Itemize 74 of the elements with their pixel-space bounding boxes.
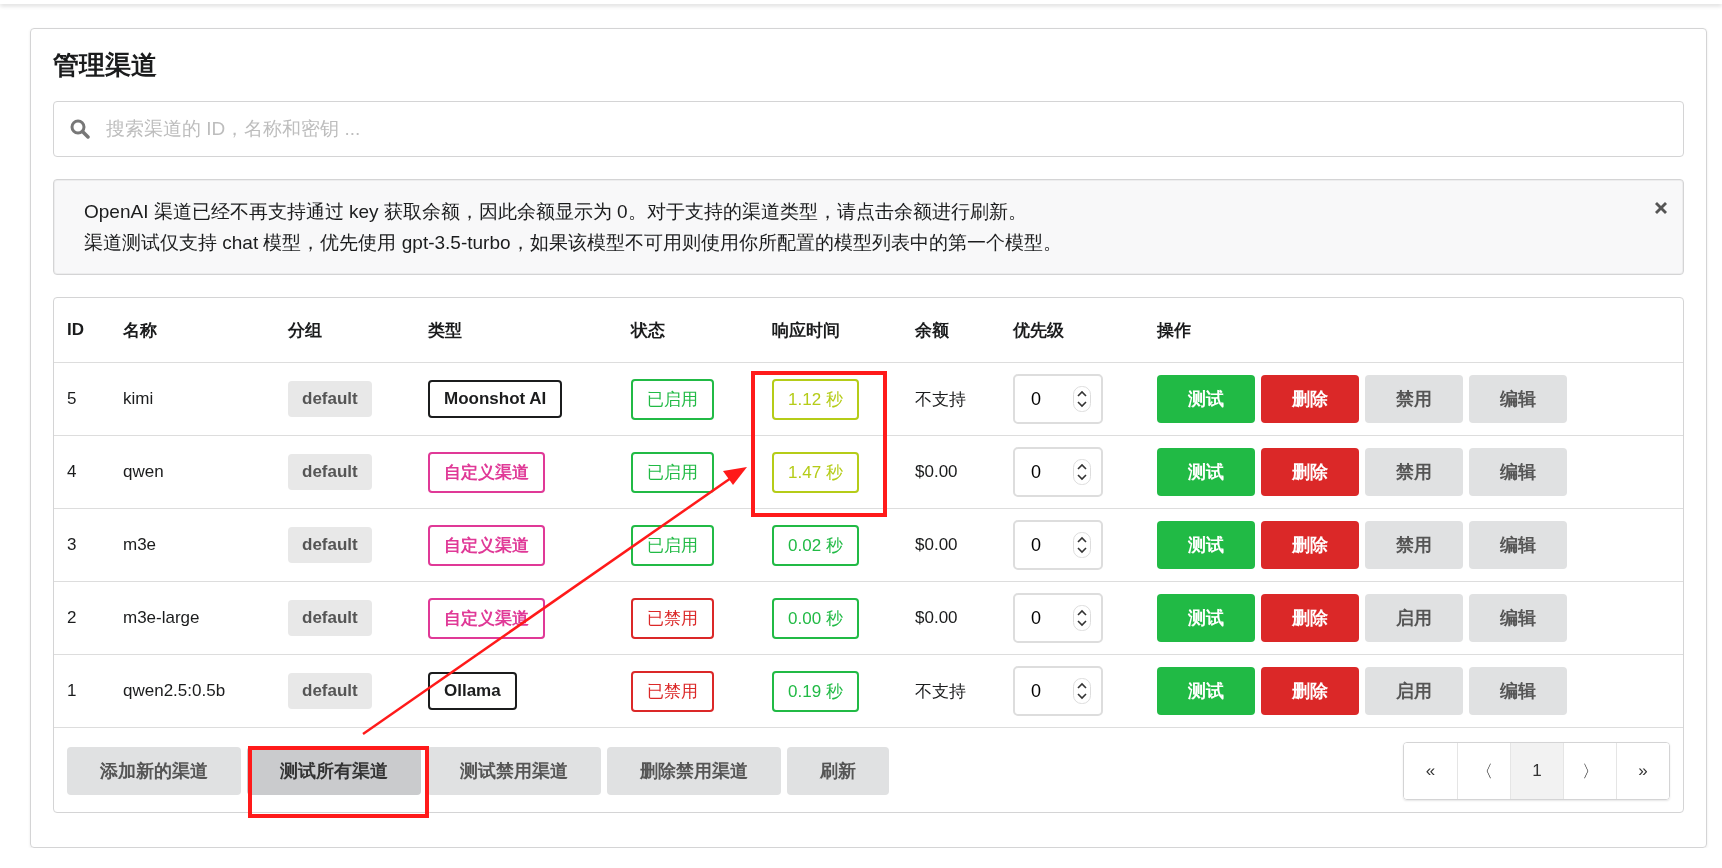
balance-cell: $0.00 — [915, 608, 958, 627]
name-cell: m3e-large — [123, 608, 200, 627]
id-cell: 3 — [67, 535, 77, 554]
edit-button[interactable]: 编辑 — [1469, 375, 1567, 423]
column-header: 类型 — [428, 320, 462, 340]
priority-field[interactable]: 0 — [1013, 520, 1103, 570]
action-button[interactable]: 测试所有渠道 — [247, 747, 421, 795]
toggle-button[interactable]: 启用 — [1365, 667, 1463, 715]
toggle-button[interactable]: 禁用 — [1365, 521, 1463, 569]
group-label: default — [288, 673, 372, 709]
name-cell: qwen — [123, 462, 164, 481]
toggle-button[interactable]: 禁用 — [1365, 375, 1463, 423]
close-icon[interactable] — [1653, 200, 1669, 216]
column-header: 响应时间 — [772, 320, 840, 340]
edit-button[interactable]: 编辑 — [1469, 594, 1567, 642]
column-header: 余额 — [915, 320, 949, 340]
column-header: 优先级 — [1013, 320, 1064, 340]
status-label: 已启用 — [631, 451, 714, 493]
group-label: default — [288, 454, 372, 490]
toggle-button[interactable]: 禁用 — [1365, 448, 1463, 496]
priority-field[interactable]: 0 — [1013, 593, 1103, 643]
page-button[interactable]: 〉 — [1563, 743, 1616, 799]
name-cell: qwen2.5:0.5b — [123, 681, 226, 700]
type-label: Moonshot AI — [428, 380, 563, 418]
status-label: 已禁用 — [631, 597, 714, 639]
priority-field[interactable]: 0 — [1013, 666, 1103, 716]
type-label: Ollama — [428, 672, 517, 710]
page-button[interactable]: » — [1616, 743, 1669, 799]
priority-field[interactable]: 0 — [1013, 447, 1103, 497]
status-label: 已禁用 — [631, 670, 714, 712]
action-button[interactable]: 添加新的渠道 — [67, 747, 241, 795]
priority-field[interactable]: 0 — [1013, 374, 1103, 424]
id-cell: 5 — [67, 389, 77, 408]
edit-button[interactable]: 编辑 — [1469, 521, 1567, 569]
column-header: 操作 — [1157, 320, 1191, 340]
name-cell: m3e — [123, 535, 157, 554]
toggle-button[interactable]: 启用 — [1365, 594, 1463, 642]
status-label: 已启用 — [631, 524, 714, 566]
delete-button[interactable]: 删除 — [1261, 448, 1359, 496]
column-header: 名称 — [123, 320, 157, 340]
delete-button[interactable]: 删除 — [1261, 375, 1359, 423]
search-field[interactable]: 搜索渠道的 ID，名称和密钥 ... — [53, 101, 1684, 157]
edit-button[interactable]: 编辑 — [1469, 448, 1567, 496]
type-label: 自定义渠道 — [428, 524, 545, 566]
page-button[interactable]: « — [1404, 743, 1457, 799]
group-label: default — [288, 600, 372, 636]
group-label: default — [288, 381, 372, 417]
column-header: ID — [67, 320, 84, 339]
balance-cell: 不支持 — [915, 389, 966, 409]
delete-button[interactable]: 删除 — [1261, 521, 1359, 569]
edit-button[interactable]: 编辑 — [1469, 667, 1567, 715]
column-header: 分组 — [288, 320, 322, 340]
action-button[interactable]: 删除禁用渠道 — [607, 747, 781, 795]
page-button[interactable]: 1 — [1510, 743, 1563, 799]
group-label: default — [288, 527, 372, 563]
action-button[interactable]: 刷新 — [787, 747, 889, 795]
message-text: 渠道测试仅支持 chat 模型，优先使用 gpt-3.5-turbo，如果该模型不可用则使用你所配置的模型列表中的第一个模型。 — [84, 231, 1063, 255]
balance-cell: $0.00 — [915, 462, 958, 481]
status-label: 已启用 — [631, 378, 714, 420]
page-title: 管理渠道 — [53, 49, 158, 82]
id-cell: 4 — [67, 462, 77, 481]
id-cell: 1 — [67, 681, 77, 700]
balance-cell: 不支持 — [915, 681, 966, 701]
column-header: 状态 — [631, 320, 665, 340]
name-cell: kimi — [123, 389, 154, 408]
delete-button[interactable]: 删除 — [1261, 667, 1359, 715]
action-button[interactable]: 测试禁用渠道 — [427, 747, 601, 795]
page-button[interactable]: 〈 — [1457, 743, 1510, 799]
balance-cell: $0.00 — [915, 535, 958, 554]
type-label: 自定义渠道 — [428, 451, 545, 493]
delete-button[interactable]: 删除 — [1261, 594, 1359, 642]
search-icon — [70, 119, 90, 139]
id-cell: 2 — [67, 608, 77, 627]
message-text: OpenAI 渠道已经不再支持通过 key 获取余额，因此余额显示为 0。对于支持的渠道类型，请点击余额进行刷新。 — [84, 200, 1028, 224]
